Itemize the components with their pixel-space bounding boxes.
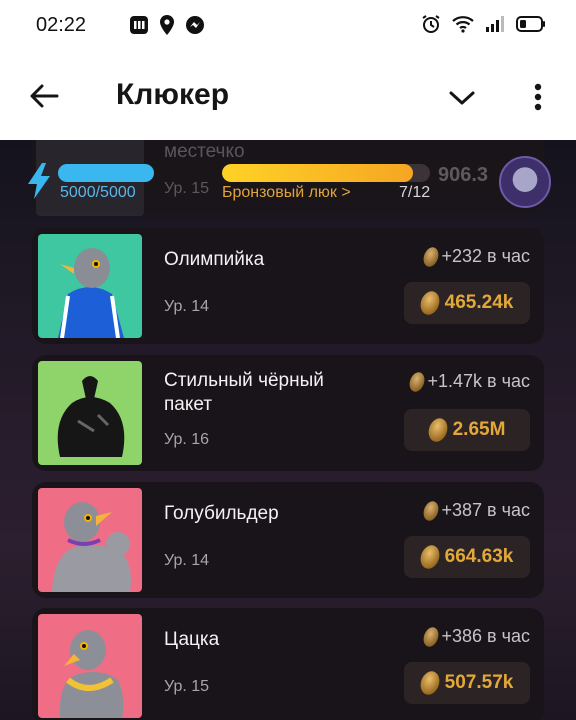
item-level: Ур. 14	[164, 298, 210, 315]
status-time: 02:22	[36, 14, 87, 36]
list-item[interactable]: Стильный чёрный пакет Ур. 16 +1.47k в ча…	[32, 355, 544, 471]
item-name: Цацка	[164, 629, 220, 650]
back-button[interactable]	[22, 76, 66, 116]
rank-progress-bar	[222, 164, 430, 182]
messenger-icon	[184, 14, 206, 36]
item-image-olympic-jacket	[38, 234, 142, 338]
signal-icon	[484, 13, 506, 35]
rank-link[interactable]: Бронзовый люк >	[222, 184, 351, 202]
energy-value: 5000/5000	[60, 184, 136, 201]
item-balance-button[interactable]: 664.63k	[404, 536, 530, 578]
more-vertical-icon	[534, 83, 542, 111]
item-image-bodybuilder-pigeon	[38, 488, 142, 592]
more-menu-button[interactable]	[520, 76, 556, 118]
seed-icon	[420, 624, 441, 649]
seed-icon	[417, 288, 443, 318]
item-rate: +387 в час	[420, 498, 530, 523]
lightning-icon	[28, 163, 50, 199]
item-rate: +1.47k в час	[406, 369, 530, 394]
energy-bar	[58, 164, 154, 182]
item-level: Ур. 15	[164, 678, 210, 695]
item-balance: 906.3	[438, 164, 489, 186]
seed-icon	[406, 369, 427, 394]
item-balance-button[interactable]: 2.65M	[404, 409, 530, 451]
item-name: Голубильдер	[164, 503, 279, 524]
arrow-left-icon	[30, 84, 59, 108]
dropdown-button[interactable]	[440, 78, 484, 118]
item-name: Олимпийка	[164, 249, 265, 270]
item-image-jewelry-pigeon	[38, 614, 142, 718]
app-notification-icon	[128, 14, 150, 36]
item-balance-button[interactable]: 507.57k	[404, 662, 530, 704]
item-level: Ур. 15	[164, 180, 210, 197]
item-name: Стильный чёрный пакет	[164, 370, 324, 415]
rank-progress-fill	[222, 164, 414, 182]
item-rate: +386 в час	[420, 624, 530, 649]
list-item[interactable]: Цацка Ур. 15 +386 в час 507.57k	[32, 608, 544, 720]
seed-icon	[417, 668, 443, 698]
location-icon	[156, 14, 178, 36]
battery-icon	[516, 13, 546, 35]
app-bar: Клюкер	[0, 52, 576, 140]
item-level: Ур. 16	[164, 431, 210, 448]
items-list[interactable]: местечко Ур. 15 906.3 5000/5000 Бронзовы…	[0, 140, 576, 720]
item-name: местечко	[164, 141, 245, 162]
list-item[interactable]: Голубильдер Ур. 14 +387 в час 664.63k	[32, 482, 544, 598]
rank-count: 7/12	[399, 184, 431, 201]
item-level: Ур. 14	[164, 552, 210, 569]
seed-icon	[425, 415, 451, 445]
item-image-black-bag	[38, 361, 142, 465]
wifi-icon	[452, 13, 474, 35]
seed-icon	[420, 498, 441, 523]
status-bar: 02:22	[0, 0, 576, 52]
seed-icon	[420, 244, 441, 269]
avatar[interactable]	[499, 156, 551, 208]
item-balance-button[interactable]: 465.24k	[404, 282, 530, 324]
list-item[interactable]: Олимпийка Ур. 14 +232 в час 465.24k	[32, 228, 544, 344]
chevron-down-icon	[449, 91, 475, 105]
item-rate: +232 в час	[420, 244, 530, 269]
page-title: Клюкер	[116, 78, 230, 111]
seed-icon	[417, 542, 443, 572]
alarm-icon	[420, 13, 442, 35]
